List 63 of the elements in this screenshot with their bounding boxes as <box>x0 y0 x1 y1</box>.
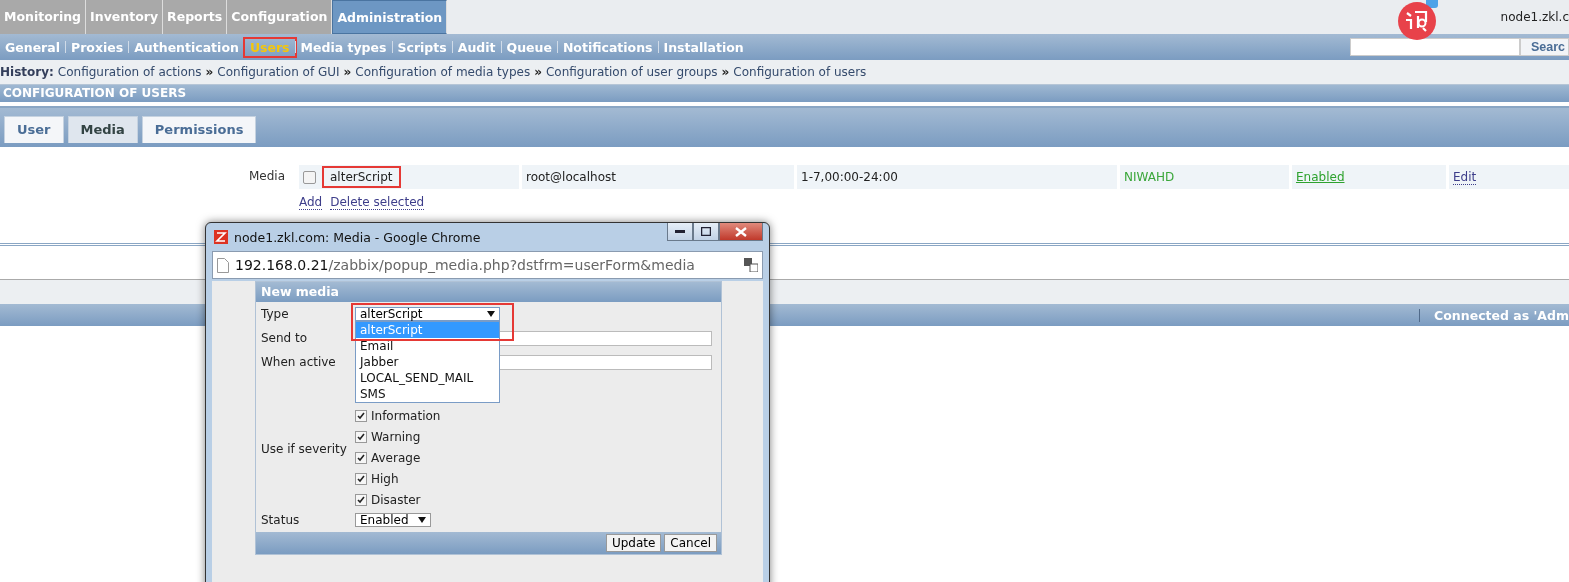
form-tab[interactable]: Permissions <box>141 116 257 143</box>
action-link[interactable]: Delete selected <box>330 195 425 210</box>
breadcrumb-separator: » <box>205 65 214 79</box>
field-label: Use if severity <box>261 442 348 456</box>
status-link[interactable]: Enabled <box>1296 170 1345 184</box>
connected-as: Connected as 'Adm <box>1434 307 1569 323</box>
severity-checkbox[interactable] <box>355 493 367 506</box>
caret-icon <box>418 517 426 523</box>
severity-checkbox[interactable] <box>355 472 367 485</box>
severity-label: Average <box>371 450 421 465</box>
field-label: Type <box>261 307 290 321</box>
table-cell: 1-7,00:00-24:00 <box>797 165 1117 189</box>
breadcrumb-separator: » <box>534 65 542 79</box>
maximize-button[interactable] <box>693 223 719 241</box>
app-icon <box>214 230 228 244</box>
table-cell: NIWAHD <box>1120 165 1289 189</box>
form-button[interactable]: Update <box>605 534 662 552</box>
table-cell: root@localhost <box>522 165 794 189</box>
history-link[interactable]: Configuration of media types <box>355 65 531 79</box>
row-checkbox[interactable] <box>303 170 316 184</box>
dropdown-option[interactable]: alterScript <box>356 322 499 338</box>
url-host: 192.168.0.21 <box>235 257 329 273</box>
history-link[interactable]: Configuration of actions <box>57 65 202 79</box>
page-icon <box>217 257 229 273</box>
history-link[interactable]: Configuration of user groups <box>545 65 718 79</box>
action-link[interactable]: Add <box>299 195 323 210</box>
maximize-icon <box>701 227 711 236</box>
media-label: Media <box>247 168 286 183</box>
form-title: New media <box>256 282 721 302</box>
minimize-button[interactable] <box>667 223 693 241</box>
severity-label: Information <box>371 408 441 423</box>
host-name: node1.zkl.c <box>1500 10 1569 24</box>
close-button[interactable] <box>719 223 763 241</box>
severity-label: Warning <box>371 429 421 444</box>
breadcrumb-separator: » <box>721 65 730 79</box>
section-title: CONFIGURATION OF USERS <box>0 85 1569 102</box>
address-bar[interactable]: 192.168.0.21/zabbix/popup_media.php?dstfrm=userForm&media <box>212 251 763 279</box>
window-title: node1.zkl.com: Media - Google Chrome <box>234 229 481 245</box>
caret-icon <box>487 311 495 317</box>
severity-label: Disaster <box>371 492 421 507</box>
edit-link[interactable]: Edit <box>1453 169 1477 185</box>
media-type: alterScript <box>324 168 399 186</box>
form-tab[interactable]: User <box>4 116 64 143</box>
breadcrumb-separator: » <box>343 65 352 79</box>
form-button[interactable]: Cancel <box>664 534 717 552</box>
form-tab[interactable]: Media <box>67 116 138 143</box>
field-label: When active <box>261 355 337 369</box>
severity-checkbox[interactable] <box>355 451 367 464</box>
history-link[interactable]: Configuration of GUI <box>217 65 340 79</box>
search-field[interactable] <box>1350 38 1520 56</box>
history-label: History: <box>0 65 54 79</box>
url-path: /zabbix/popup_media.php?dstfrm=userForm&media <box>328 257 695 273</box>
status-select[interactable]: Enabled <box>355 513 431 527</box>
minimize-icon <box>675 229 685 234</box>
field-label: Status <box>261 513 301 527</box>
severity-label: High <box>371 471 399 486</box>
field-label: Send to <box>261 331 309 345</box>
close-icon <box>735 226 747 237</box>
history-link[interactable]: Configuration of users <box>733 65 867 79</box>
search-button[interactable]: Searc <box>1520 38 1569 56</box>
menu-tab[interactable]: Administration <box>332 0 448 34</box>
severity-checkbox[interactable] <box>355 409 367 422</box>
severity-checkbox[interactable] <box>355 430 367 443</box>
